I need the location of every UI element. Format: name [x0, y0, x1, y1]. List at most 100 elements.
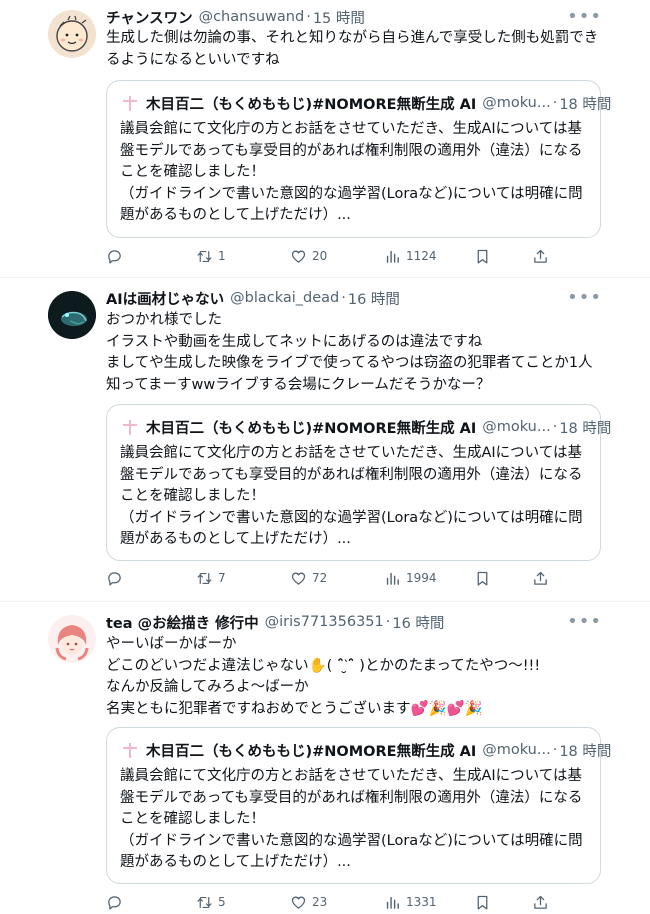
like-icon: [291, 572, 306, 585]
quoted-tweet[interactable]: 木目百二（もくめももじ)#NOMORE無断生成 AI @moku... · 18…: [106, 404, 611, 561]
quoted-tweet-text: 議員会館にて文化庁の方とお話をさせていただき、生成AIについては基 盤モデルであ…: [120, 443, 590, 551]
retweet-button[interactable]: 7: [196, 568, 226, 588]
bookmark-button[interactable]: [474, 246, 491, 266]
quoted-tweet-text: 議員会館にて文化庁の方とお話をさせていただき、生成AIについては基 盤モデルであ…: [120, 119, 590, 227]
quoted-timestamp: 18 時間: [559, 743, 612, 760]
like-count: 20: [312, 249, 328, 263]
tweet-text-line: 名実ともに犯罪者ですねおめでとうございます💕🎉💕🎉: [106, 700, 483, 717]
tweet-text: 生成した側は勿論の事、それと知りながら自ら進んで享受した側も処罰でき るようにな…: [106, 28, 606, 71]
timestamp[interactable]: 16 時間: [392, 612, 444, 633]
retweet-count: 5: [218, 895, 226, 909]
tweet[interactable]: tea @お絵描き 修行中 @iris771356351 · 16 時間 •••…: [0, 601, 650, 914]
cross-avatar-icon: [123, 96, 137, 111]
avatar-face-icon: [56, 15, 88, 52]
views-icon: [386, 572, 399, 585]
retweet-icon: [197, 896, 212, 908]
quoted-tweet-header: 木目百二（もくめももじ)#NOMORE無断生成 AI @moku... · 18…: [120, 93, 611, 113]
user-handle[interactable]: @chansuwand: [199, 9, 305, 25]
quoted-handle: @moku...: [482, 95, 551, 111]
separator-dot: ·: [385, 614, 391, 630]
like-button[interactable]: 20: [290, 246, 327, 266]
quoted-avatar: [120, 93, 140, 113]
reply-button[interactable]: [106, 892, 128, 912]
quoted-tweet-header: 木目百二（もくめももじ)#NOMORE無断生成 AI @moku... · 18…: [120, 740, 611, 760]
bookmark-button[interactable]: [474, 892, 491, 912]
quoted-text-line: ことを確認しました！: [120, 488, 265, 504]
like-count: 72: [312, 571, 328, 585]
retweet-icon: [197, 250, 212, 262]
tweet-text-line: 生成した側は勿論の事、それと知りながら自ら進んで享受した側も処罰でき: [106, 30, 599, 46]
quoted-timestamp: 18 時間: [559, 96, 612, 113]
quoted-display-name: 木目百二（もくめももじ)#NOMORE無断生成 AI: [146, 420, 477, 437]
quoted-text-line: 議員会館にて文化庁の方とお話をさせていただき、生成AIについては基: [120, 768, 582, 784]
quoted-text-line: （ガイドラインで書いた意図的な過学習(Loraなど)については明確に問: [120, 509, 583, 526]
quoted-text-line: ことを確認しました！: [120, 811, 265, 827]
tweet-text-line: 知ってまーすwwライブする会場にクレームだそうかなー？: [106, 376, 491, 393]
views-button[interactable]: 1124: [384, 246, 437, 266]
reply-button[interactable]: [106, 246, 128, 266]
tweet-text-line: おつかれ様でした: [106, 312, 222, 328]
share-button[interactable]: [532, 246, 549, 266]
bookmark-icon: [477, 571, 488, 586]
tweet-actions: 1 20 1124: [106, 246, 556, 266]
quoted-tweet[interactable]: 木目百二（もくめももじ)#NOMORE無断生成 AI @moku... · 18…: [106, 727, 611, 884]
views-button[interactable]: 1994: [384, 568, 437, 588]
avatar[interactable]: [48, 291, 96, 339]
separator-dot: ·: [552, 742, 558, 758]
views-button[interactable]: 1331: [384, 892, 437, 912]
bookmark-button[interactable]: [474, 568, 491, 588]
views-count: 1124: [406, 249, 437, 263]
bookmark-icon: [477, 895, 488, 910]
share-button[interactable]: [532, 892, 549, 912]
retweet-button[interactable]: 5: [196, 892, 226, 912]
quoted-avatar: [120, 740, 140, 760]
retweet-icon: [197, 572, 212, 584]
separator-dot: ·: [306, 9, 311, 25]
bookmark-icon: [477, 249, 488, 264]
tweet-actions: 7 72 1994: [106, 568, 556, 588]
quoted-tweet[interactable]: 木目百二（もくめももじ)#NOMORE無断生成 AI @moku... · 18…: [106, 80, 611, 238]
quoted-handle: @moku...: [482, 742, 551, 758]
tweet-header: tea @お絵描き 修行中 @iris771356351 · 16 時間: [106, 611, 444, 633]
separator-dot: ·: [341, 290, 346, 306]
share-icon: [534, 895, 547, 909]
views-icon: [386, 250, 399, 263]
timestamp[interactable]: 15 時間: [313, 7, 365, 28]
timestamp[interactable]: 16 時間: [348, 288, 400, 309]
share-button[interactable]: [532, 568, 549, 588]
more-icon[interactable]: •••: [567, 8, 602, 26]
quoted-text-line: （ガイドラインで書いた意図的な過学習(Loraなど)については明確に問: [120, 185, 583, 202]
avatar[interactable]: [48, 615, 96, 663]
quoted-text-line: 盤モデルであっても享受目的があれば権利制限の適用外（違法）になる: [120, 466, 583, 483]
user-handle[interactable]: @iris771356351: [265, 614, 384, 630]
like-button[interactable]: 23: [290, 892, 327, 912]
quoted-tweet-text: 議員会館にて文化庁の方とお話をさせていただき、生成AIについては基 盤モデルであ…: [120, 766, 590, 874]
tweet[interactable]: AIは画材じゃない @blackai_dead · 16 時間 ••• おつかれ…: [0, 277, 650, 601]
views-count: 1994: [406, 571, 437, 585]
like-icon: [291, 250, 306, 263]
display-name[interactable]: チャンスワン: [106, 7, 193, 28]
like-button[interactable]: 72: [290, 568, 327, 588]
quoted-handle: @moku...: [482, 419, 551, 435]
separator-dot: ·: [552, 419, 558, 435]
quoted-text-line: 盤モデルであっても享受目的があれば権利制限の適用外（違法）になる: [120, 789, 583, 806]
reply-icon: [108, 249, 121, 264]
tweet-header: AIは画材じゃない @blackai_dead · 16 時間: [106, 287, 400, 309]
reply-button[interactable]: [106, 568, 128, 588]
quoted-display-name: 木目百二（もくめももじ)#NOMORE無断生成 AI: [146, 743, 477, 760]
display-name[interactable]: AIは画材じゃない: [106, 288, 224, 309]
avatar[interactable]: [48, 10, 96, 58]
user-handle[interactable]: @blackai_dead: [230, 290, 339, 306]
quoted-text-line: ことを確認しました！: [120, 164, 265, 180]
retweet-button[interactable]: 1: [196, 246, 226, 266]
cross-avatar-icon: [123, 420, 137, 435]
tweet-text-line: イラストや動画を生成してネットにあげるのは違法ですね: [106, 333, 483, 350]
tweet[interactable]: チャンスワン @chansuwand · 15 時間 ••• 生成した側は勿論の…: [0, 0, 650, 277]
display-name[interactable]: tea @お絵描き 修行中: [106, 612, 259, 633]
more-icon[interactable]: •••: [567, 289, 602, 307]
quoted-text-line: 議員会館にて文化庁の方とお話をさせていただき、生成AIについては基: [120, 121, 582, 137]
tweet-text-line: やーいばーかばーか: [106, 636, 237, 652]
quoted-avatar: [120, 417, 140, 437]
more-icon[interactable]: •••: [567, 613, 602, 631]
like-icon: [291, 896, 306, 909]
